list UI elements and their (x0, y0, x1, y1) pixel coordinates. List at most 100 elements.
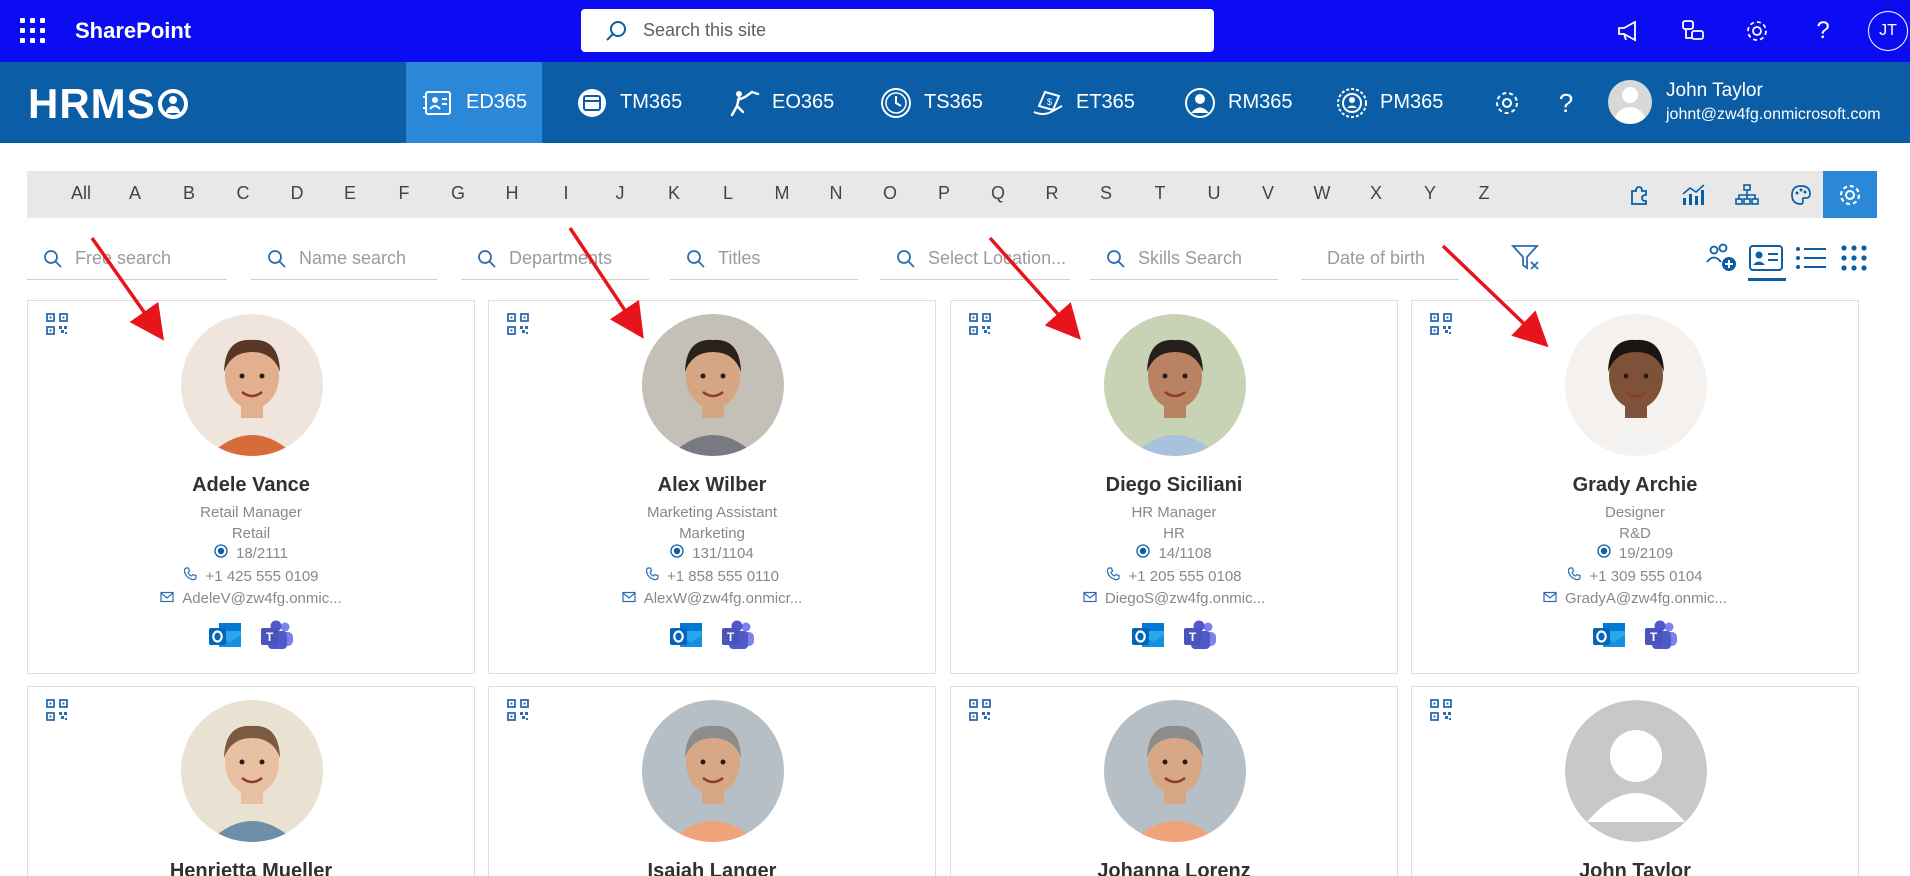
date-of-birth-input[interactable] (1327, 245, 1467, 271)
alpha-filter-t[interactable]: T (1145, 183, 1175, 204)
qr-code-icon[interactable] (969, 699, 991, 721)
name-search-input[interactable] (299, 245, 439, 271)
employee-photo[interactable] (181, 700, 323, 842)
app-help-icon[interactable]: ? (1549, 86, 1583, 120)
alpha-filter-r[interactable]: R (1037, 183, 1067, 204)
alpha-filter-j[interactable]: J (605, 183, 635, 204)
employee-phone[interactable]: +1 205 555 0108 (951, 567, 1397, 585)
teams-icon[interactable]: T (720, 619, 756, 653)
clear-filter-icon[interactable] (1508, 240, 1544, 276)
alpha-filter-i[interactable]: I (551, 183, 581, 204)
alpha-filter-d[interactable]: D (282, 183, 312, 204)
analytics-chart-icon[interactable] (1675, 177, 1711, 213)
alpha-filter-g[interactable]: G (443, 183, 473, 204)
skills-search-input[interactable] (1138, 245, 1278, 271)
employee-name[interactable]: Diego Siciliani (951, 474, 1397, 497)
location-field[interactable] (880, 237, 1070, 280)
user-avatar[interactable]: JT (1868, 11, 1908, 51)
employee-phone[interactable]: +1 425 555 0109 (28, 567, 474, 585)
skills-search-field[interactable] (1090, 237, 1278, 280)
employee-name[interactable]: John Taylor (1412, 860, 1858, 876)
nav-rm365[interactable]: RM365 (1168, 62, 1306, 143)
site-search-box[interactable] (581, 9, 1214, 52)
teams-icon[interactable]: T (1643, 619, 1679, 653)
nav-ed365[interactable]: ED365 (406, 62, 542, 143)
outlook-icon[interactable] (1130, 619, 1166, 653)
alpha-filter-c[interactable]: C (228, 183, 258, 204)
alpha-filter-all[interactable]: All (66, 183, 96, 204)
site-search-input[interactable] (643, 15, 1183, 45)
employee-photo[interactable] (1565, 314, 1707, 456)
alpha-filter-q[interactable]: Q (983, 183, 1013, 204)
employee-name[interactable]: Henrietta Mueller (28, 860, 474, 876)
employee-photo[interactable] (181, 314, 323, 456)
outlook-icon[interactable] (207, 619, 243, 653)
free-search-input[interactable] (75, 245, 215, 271)
alpha-filter-s[interactable]: S (1091, 183, 1121, 204)
employee-name[interactable]: Grady Archie (1412, 474, 1858, 497)
employee-name[interactable]: Adele Vance (28, 474, 474, 497)
nav-eo365[interactable]: EO365 (712, 62, 848, 143)
employee-card[interactable]: Johanna Lorenz (950, 686, 1398, 876)
qr-code-icon[interactable] (1430, 699, 1452, 721)
employee-email[interactable]: GradyA@zw4fg.onmic... (1412, 590, 1858, 607)
departments-input[interactable] (509, 245, 649, 271)
alpha-filter-x[interactable]: X (1361, 183, 1391, 204)
org-chart-icon[interactable] (1729, 177, 1765, 213)
qr-code-icon[interactable] (969, 313, 991, 335)
employee-photo[interactable] (642, 314, 784, 456)
departments-field[interactable] (461, 237, 649, 280)
nav-pm365[interactable]: PM365 (1320, 62, 1457, 143)
card-view-icon[interactable] (1748, 240, 1784, 276)
alpha-filter-o[interactable]: O (875, 183, 905, 204)
sharepoint-title[interactable]: SharePoint (75, 18, 191, 44)
outlook-icon[interactable] (1591, 619, 1627, 653)
qr-code-icon[interactable] (46, 699, 68, 721)
megaphone-icon[interactable] (1614, 16, 1644, 46)
employee-photo[interactable] (1104, 700, 1246, 842)
alpha-filter-k[interactable]: K (659, 183, 689, 204)
nav-ts365[interactable]: TS365 (864, 62, 997, 143)
current-user[interactable]: John Taylor johnt@zw4fg.onmicrosoft.com (1608, 74, 1881, 130)
qr-code-icon[interactable] (46, 313, 68, 335)
qr-code-icon[interactable] (1430, 313, 1452, 335)
alpha-filter-e[interactable]: E (335, 183, 365, 204)
employee-card[interactable]: John Taylor (1411, 686, 1859, 876)
employee-photo[interactable] (642, 700, 784, 842)
theme-palette-icon[interactable] (1783, 177, 1819, 213)
alpha-filter-h[interactable]: H (497, 183, 527, 204)
alpha-filter-f[interactable]: F (389, 183, 419, 204)
name-search-field[interactable] (251, 237, 439, 280)
share-feedback-icon[interactable] (1678, 16, 1708, 46)
location-input[interactable] (928, 245, 1068, 271)
app-settings-gear-icon[interactable] (1490, 86, 1524, 120)
employee-photo[interactable] (1565, 700, 1707, 842)
employee-card[interactable]: Alex Wilber Marketing Assistant Marketing 1… (488, 300, 936, 674)
alpha-filter-l[interactable]: L (713, 183, 743, 204)
alpha-filter-b[interactable]: B (174, 183, 204, 204)
qr-code-icon[interactable] (507, 699, 529, 721)
app-launcher-icon[interactable] (20, 18, 46, 44)
alpha-filter-y[interactable]: Y (1415, 183, 1445, 204)
employee-photo[interactable] (1104, 314, 1246, 456)
qr-code-icon[interactable] (507, 313, 529, 335)
alpha-filter-n[interactable]: N (821, 183, 851, 204)
employee-email[interactable]: AlexW@zw4fg.onmicr... (489, 590, 935, 607)
alpha-filter-z[interactable]: Z (1469, 183, 1499, 204)
settings-gear-icon[interactable] (1742, 16, 1772, 46)
employee-card[interactable]: Adele Vance Retail Manager Retail 18/2111 +1… (27, 300, 475, 674)
employee-phone[interactable]: +1 309 555 0104 (1412, 567, 1858, 585)
alpha-filter-w[interactable]: W (1307, 183, 1337, 204)
employee-name[interactable]: Alex Wilber (489, 474, 935, 497)
employee-card[interactable]: Diego Siciliani HR Manager HR 14/1108 +1 205… (950, 300, 1398, 674)
directory-settings-gear-icon[interactable] (1823, 171, 1877, 218)
alpha-filter-p[interactable]: P (929, 183, 959, 204)
alpha-filter-u[interactable]: U (1199, 183, 1229, 204)
add-users-icon[interactable] (1704, 240, 1740, 276)
teams-icon[interactable]: T (259, 619, 295, 653)
employee-email[interactable]: AdeleV@zw4fg.onmic... (28, 590, 474, 607)
hrms-logo[interactable]: HRMS (28, 80, 188, 128)
help-icon[interactable]: ? (1808, 16, 1838, 46)
employee-email[interactable]: DiegoS@zw4fg.onmic... (951, 590, 1397, 607)
titles-input[interactable] (718, 245, 858, 271)
